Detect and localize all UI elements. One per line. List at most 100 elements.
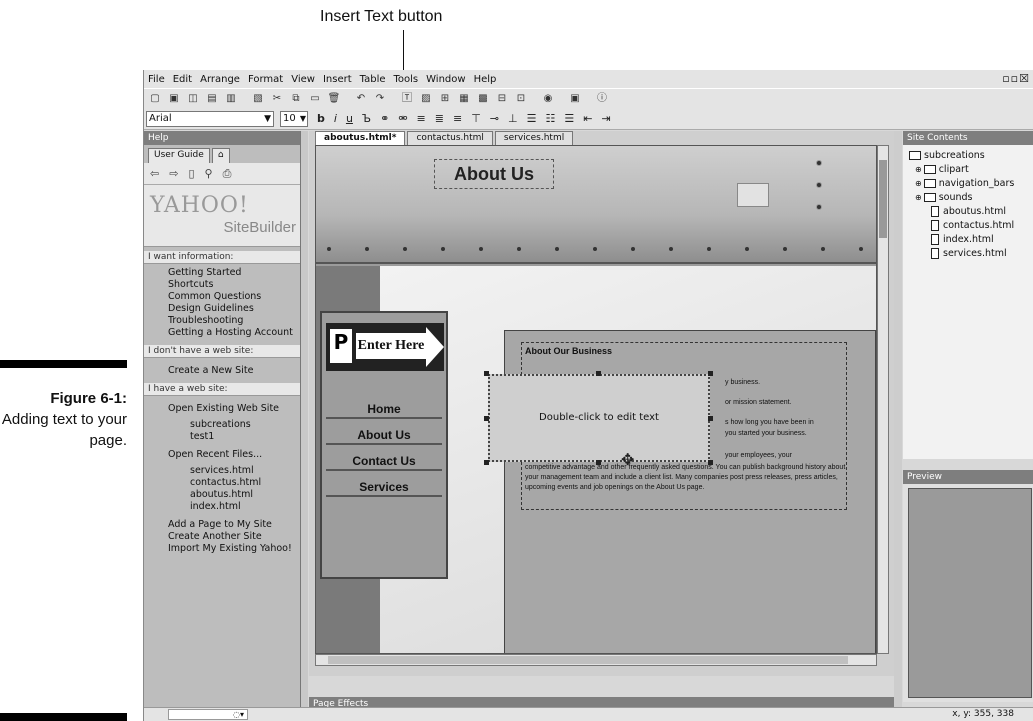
import-yahoo-link[interactable]: Import My Existing Yahoo! — [168, 543, 300, 555]
help-link[interactable]: Getting a Hosting Account — [168, 327, 300, 339]
menu-arrange[interactable]: Arrange — [196, 74, 244, 85]
open-icon[interactable]: ◫ — [186, 93, 200, 105]
resize-handle[interactable] — [596, 371, 601, 376]
scroll-thumb[interactable] — [879, 160, 887, 238]
redo-icon[interactable]: ↷ — [373, 93, 387, 105]
open-recent-files-link[interactable]: Open Recent Files... — [168, 449, 300, 461]
align-right-icon[interactable]: ≡ — [453, 112, 462, 125]
menu-window[interactable]: Window — [422, 74, 469, 85]
font-family-select[interactable]: Arial ▼ — [146, 110, 274, 127]
nav-services[interactable]: Services — [326, 477, 442, 497]
save-icon[interactable]: ▤ — [205, 93, 219, 105]
site-link[interactable]: test1 — [168, 431, 300, 443]
site-link[interactable]: subcreations — [168, 419, 300, 431]
tree-file[interactable]: index.html — [909, 233, 1033, 247]
help-link[interactable]: Troubleshooting — [168, 315, 300, 327]
menu-view[interactable]: View — [287, 74, 319, 85]
insert-table-icon[interactable]: ⊞ — [438, 93, 452, 105]
delete-icon[interactable]: 🗑 — [327, 93, 341, 105]
help-link[interactable]: Design Guidelines — [168, 303, 300, 315]
menu-help[interactable]: Help — [470, 74, 501, 85]
link-icon[interactable]: ⚭ — [380, 112, 389, 125]
valign-top-icon[interactable]: ⊤ — [471, 112, 481, 125]
copy-icon[interactable]: ⧉ — [289, 93, 303, 105]
outdent-icon[interactable]: ⇤ — [583, 112, 592, 125]
scroll-thumb[interactable] — [328, 656, 848, 664]
list-icon[interactable]: ☰ — [564, 112, 574, 125]
search-icon[interactable]: ⚲ — [205, 167, 213, 180]
valign-middle-icon[interactable]: ⊸ — [490, 112, 499, 125]
valign-bottom-icon[interactable]: ⊥ — [508, 112, 518, 125]
menu-table[interactable]: Table — [356, 74, 390, 85]
menu-edit[interactable]: Edit — [169, 74, 196, 85]
resize-handle[interactable] — [708, 460, 713, 465]
expand-icon[interactable]: ⊕ — [915, 193, 922, 202]
print-icon[interactable]: ⎙ — [223, 167, 232, 181]
open-existing-site-link[interactable]: Open Existing Web Site — [168, 403, 300, 415]
horizontal-scrollbar[interactable] — [315, 654, 877, 666]
resize-handle[interactable] — [484, 371, 489, 376]
insert-image-icon[interactable]: ▨ — [419, 93, 433, 105]
window-controls-icon[interactable]: ▫▫☒ — [1002, 72, 1030, 85]
recent-file-link[interactable]: contactus.html — [168, 477, 300, 489]
paste-icon[interactable]: ▭ — [308, 93, 322, 105]
menu-file[interactable]: File — [144, 74, 169, 85]
recent-file-link[interactable]: services.html — [168, 465, 300, 477]
tree-folder[interactable]: ⊕ navigation_bars — [909, 177, 1033, 191]
insert-text-icon[interactable]: 🅃 — [400, 93, 414, 105]
menu-tools[interactable]: Tools — [390, 74, 423, 85]
bold-icon[interactable]: b — [317, 112, 325, 125]
expand-icon[interactable]: ⊕ — [915, 165, 922, 174]
tab-services[interactable]: services.html — [494, 131, 574, 145]
back-icon[interactable]: ⇦ — [150, 167, 159, 180]
create-another-site-link[interactable]: Create Another Site — [168, 531, 300, 543]
properties-icon[interactable]: ▣ — [568, 93, 582, 105]
help-link[interactable]: Shortcuts — [168, 279, 300, 291]
print-icon[interactable]: ▥ — [224, 93, 238, 105]
page-title-textbox[interactable]: About Us — [434, 159, 554, 189]
nav-about-us[interactable]: About Us — [326, 425, 442, 445]
font-size-select[interactable]: 10 ▼ — [280, 110, 308, 127]
tree-root[interactable]: subcreations — [909, 149, 1033, 163]
insert-media-icon[interactable]: ⊡ — [514, 93, 528, 105]
new-site-icon[interactable]: ▣ — [167, 93, 181, 105]
create-new-site-link[interactable]: Create a New Site — [168, 365, 300, 377]
insert-grid-icon[interactable]: ⊟ — [495, 93, 509, 105]
tab-user-guide[interactable]: User Guide — [148, 148, 210, 163]
text-color-icon[interactable]: Ъ — [362, 112, 371, 125]
tab-contactus[interactable]: contactus.html — [407, 131, 493, 145]
numbered-list-icon[interactable]: ☷ — [545, 112, 555, 125]
preview-icon[interactable]: ▧ — [251, 93, 265, 105]
insert-form-icon[interactable]: ▦ — [457, 93, 471, 105]
expand-icon[interactable]: ⊕ — [915, 179, 922, 188]
recent-file-link[interactable]: aboutus.html — [168, 489, 300, 501]
new-page-icon[interactable]: ▢ — [148, 93, 162, 105]
new-text-box[interactable]: Double-click to edit text — [488, 374, 710, 462]
bullet-list-icon[interactable]: ☰ — [527, 112, 537, 125]
tree-file[interactable]: services.html — [909, 247, 1033, 261]
nav-contact-us[interactable]: Contact Us — [326, 451, 442, 471]
italic-icon[interactable]: i — [334, 112, 337, 125]
underline-icon[interactable]: u — [346, 112, 353, 125]
tab-help-home[interactable]: ⌂ — [211, 148, 230, 163]
status-dropdown[interactable]: ◌▾ — [168, 709, 248, 720]
left-splitter[interactable] — [301, 131, 308, 721]
forward-icon[interactable]: ⇨ — [169, 167, 178, 180]
contents-icon[interactable]: ▯ — [188, 167, 194, 180]
resize-handle[interactable] — [484, 460, 489, 465]
help-icon[interactable]: ⓘ — [595, 93, 609, 105]
tab-aboutus[interactable]: aboutus.html* — [315, 131, 406, 145]
menu-insert[interactable]: Insert — [319, 74, 356, 85]
undo-icon[interactable]: ↶ — [354, 93, 368, 105]
right-splitter[interactable] — [894, 131, 902, 721]
resize-handle[interactable] — [596, 460, 601, 465]
tree-folder[interactable]: ⊕ sounds — [909, 191, 1033, 205]
publish-icon[interactable]: ◉ — [541, 93, 555, 105]
tree-file[interactable]: aboutus.html — [909, 205, 1033, 219]
tree-folder[interactable]: ⊕ clipart — [909, 163, 1033, 177]
menu-format[interactable]: Format — [244, 74, 287, 85]
add-page-link[interactable]: Add a Page to My Site — [168, 519, 300, 531]
cut-icon[interactable]: ✂ — [270, 93, 284, 105]
tree-file[interactable]: contactus.html — [909, 219, 1033, 233]
resize-handle[interactable] — [484, 416, 489, 421]
